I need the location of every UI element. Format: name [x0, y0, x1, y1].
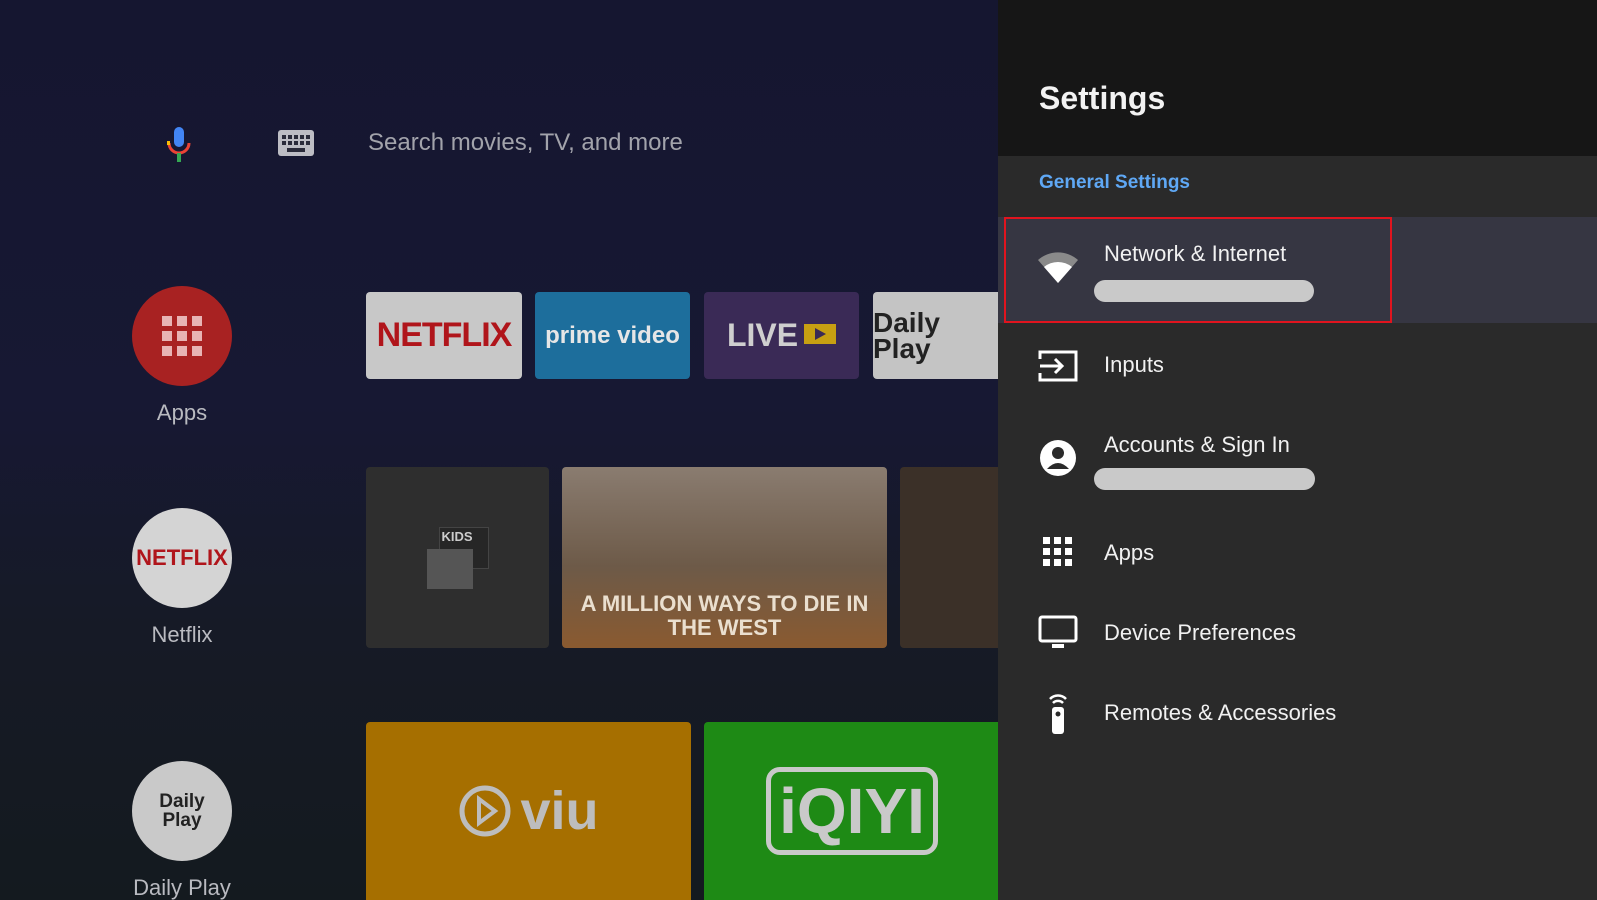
menu-item-inputs[interactable]: Inputs	[998, 342, 1597, 390]
menu-item-label: Remotes & Accessories	[1104, 700, 1337, 725]
search-input[interactable]: Search movies, TV, and more	[368, 129, 683, 157]
keyboard-icon[interactable]	[278, 130, 314, 156]
tile-daily-play[interactable]: Daily Play	[873, 292, 1000, 379]
netflix-logo-icon: NETFLIX	[132, 508, 232, 608]
rail-apps[interactable]: Apps	[128, 286, 236, 426]
menu-item-subtitle	[1094, 280, 1314, 302]
tile-viu[interactable]: viu	[366, 722, 691, 900]
wifi-icon	[1036, 245, 1080, 289]
section-header: General Settings	[1039, 172, 1190, 193]
menu-item-network-internet[interactable]: Network & Internet	[998, 217, 1597, 323]
settings-header: Settings	[998, 0, 1597, 156]
menu-item-label: Network & Internet	[1104, 241, 1287, 266]
home-screen: Search movies, TV, and more Apps NETFLIX…	[0, 0, 1000, 900]
tile-movie-partial[interactable]	[900, 467, 1000, 648]
menu-item-subtitle	[1094, 468, 1315, 490]
tile-live[interactable]: LIVE	[704, 292, 859, 379]
menu-item-accounts[interactable]: Accounts & Sign In	[998, 422, 1597, 494]
tile-iqiyi[interactable]: iQIYI	[704, 722, 1000, 900]
settings-panel: Settings General Settings Network & Inte…	[998, 0, 1597, 900]
rail-label: Daily Play	[133, 875, 231, 900]
menu-item-label: Apps	[1104, 540, 1155, 565]
menu-item-label: Inputs	[1104, 352, 1164, 377]
remote-icon	[1036, 691, 1080, 735]
input-icon	[1036, 344, 1080, 388]
rail-label: Netflix	[151, 622, 213, 647]
mic-icon[interactable]	[164, 125, 194, 165]
rail-netflix[interactable]: NETFLIX Netflix	[128, 508, 236, 648]
menu-item-label: Device Preferences	[1104, 620, 1296, 645]
rail-daily-play[interactable]: Daily Play Daily Play	[128, 761, 236, 900]
rail-label: Apps	[156, 400, 208, 425]
page-title: Settings	[1039, 80, 1166, 116]
tile-kids[interactable]: KIDS	[366, 467, 549, 648]
menu-item-remotes[interactable]: Remotes & Accessories	[998, 685, 1597, 741]
tile-netflix[interactable]: NETFLIX	[366, 292, 522, 379]
search-row: Search movies, TV, and more	[0, 115, 1000, 175]
tile-movie-poster[interactable]: A MILLION WAYS TO DIE IN THE WEST	[562, 467, 887, 648]
tile-prime-video[interactable]: prime video	[535, 292, 690, 379]
viu-play-icon	[459, 785, 511, 837]
play-icon	[804, 323, 837, 344]
kids-face-icon	[426, 548, 473, 589]
daily-play-logo-icon: Daily Play	[132, 761, 232, 861]
account-icon	[1036, 436, 1080, 480]
apps-grid-icon	[1036, 530, 1080, 574]
tv-icon	[1036, 610, 1080, 654]
apps-grid-icon	[132, 286, 232, 386]
menu-item-device-preferences[interactable]: Device Preferences	[998, 608, 1597, 656]
menu-item-apps[interactable]: Apps	[998, 528, 1597, 576]
menu-item-label: Accounts & Sign In	[1104, 432, 1290, 457]
